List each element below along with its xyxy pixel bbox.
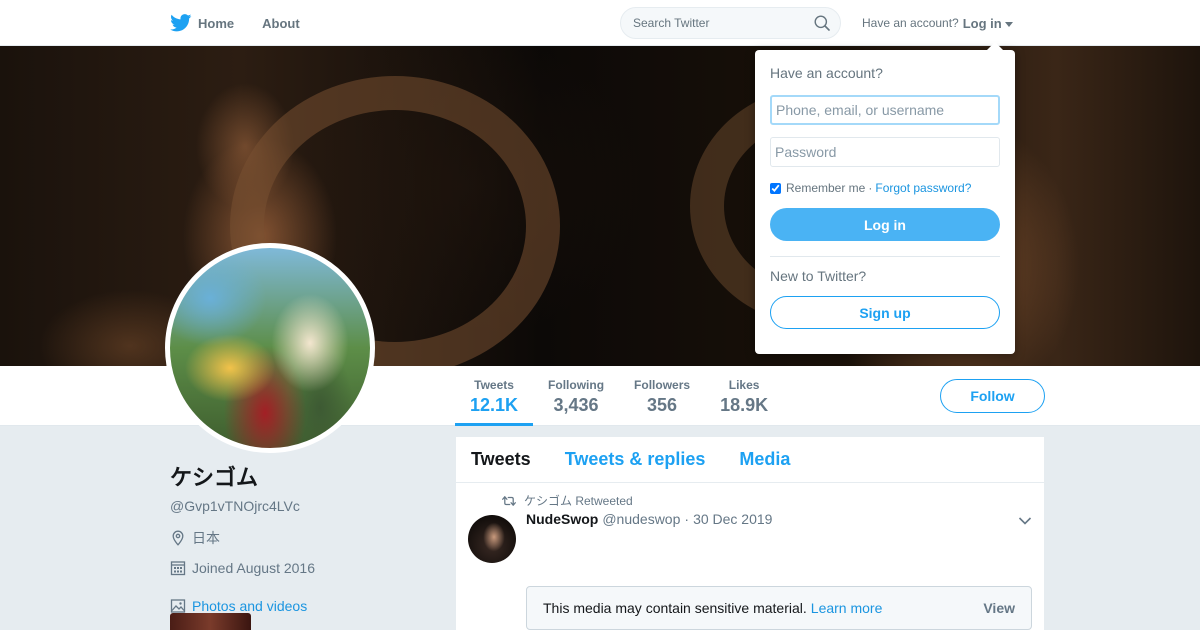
login-toggle-label: Log in <box>962 15 1002 31</box>
timeline-tabs: Tweets Tweets & replies Media <box>456 437 1044 483</box>
remember-me-checkbox[interactable] <box>770 182 781 194</box>
stat-value: 3,436 <box>553 395 599 415</box>
photos-videos-label: Photos and videos <box>192 598 308 614</box>
tweet-date[interactable]: 30 Dec 2019 <box>693 511 772 527</box>
chevron-down-icon[interactable] <box>1018 516 1032 526</box>
stat-label: Followers <box>634 378 691 392</box>
password-input[interactable] <box>770 137 1000 167</box>
stat-value: 356 <box>647 395 678 415</box>
signup-button[interactable]: Sign up <box>770 296 1000 329</box>
stat-value: 12.1K <box>470 395 519 415</box>
dropdown-divider <box>770 256 1000 257</box>
follow-button[interactable]: Follow <box>940 379 1045 413</box>
photo-icon <box>170 599 186 613</box>
tweet-author-avatar[interactable] <box>468 515 516 563</box>
nav-about[interactable]: About <box>262 16 300 31</box>
tab-media[interactable]: Media <box>739 449 790 470</box>
location-text: 日本 <box>192 530 220 546</box>
profile-handle[interactable]: @Gvp1vTNOjrc4LVc <box>170 498 440 514</box>
twitter-bird-icon <box>170 14 192 32</box>
tweet-meta-separator: · <box>684 511 690 527</box>
sensitive-text: This media may contain sensitive materia… <box>543 600 807 616</box>
stat-label: Following <box>548 378 605 392</box>
retweet-icon <box>502 495 516 506</box>
tweet-author-handle[interactable]: @nudeswop <box>602 511 680 527</box>
new-to-twitter-text: New to Twitter? <box>770 268 867 284</box>
profile-location: 日本 <box>170 528 440 548</box>
stat-following[interactable]: Following 3,436 <box>533 366 619 426</box>
top-nav: Home About Have an account? Log in <box>0 0 1200 46</box>
location-pin-icon <box>172 530 184 546</box>
profile-joined: Joined August 2016 <box>170 560 440 576</box>
photos-videos-link[interactable]: Photos and videos <box>170 598 440 614</box>
username-input[interactable] <box>770 95 1000 125</box>
joined-text: Joined August 2016 <box>192 560 315 576</box>
login-dropdown-title: Have an account? <box>770 65 883 81</box>
tab-tweets-replies[interactable]: Tweets & replies <box>565 449 706 470</box>
stat-value: 18.9K <box>720 395 769 415</box>
tweet-author-name[interactable]: NudeSwop <box>526 511 598 527</box>
search-box <box>620 7 841 39</box>
tweet[interactable]: ケシゴム Retweeted NudeSwop @nudeswop · 30 D… <box>456 483 1044 630</box>
login-dropdown: Have an account? Remember me · Forgot pa… <box>755 42 1015 354</box>
learn-more-link[interactable]: Learn more <box>811 600 883 616</box>
remember-separator: · <box>868 181 873 195</box>
media-thumbnail[interactable] <box>170 613 251 630</box>
stat-label: Likes <box>728 378 760 392</box>
search-input[interactable] <box>633 16 814 30</box>
profile-card: ケシゴム @Gvp1vTNOjrc4LVc 日本 Joined August 2… <box>170 460 440 630</box>
stat-label: Tweets <box>474 378 514 392</box>
profile-name[interactable]: ケシゴム <box>170 460 440 492</box>
login-button[interactable]: Log in <box>770 208 1000 241</box>
view-media-button[interactable]: View <box>983 600 1015 616</box>
nav-home-label: Home <box>198 15 235 31</box>
nav-left: Home About <box>170 0 328 46</box>
caret-down-icon <box>1004 21 1013 27</box>
stat-tweets[interactable]: Tweets 12.1K <box>455 366 534 426</box>
profile-stats: Tweets 12.1K Following 3,436 Followers 3… <box>455 366 783 426</box>
tab-tweets[interactable]: Tweets <box>471 449 531 470</box>
stat-likes[interactable]: Likes 18.9K <box>705 366 783 426</box>
login-dropdown-toggle[interactable]: Log in <box>963 16 1013 31</box>
have-account-text: Have an account? <box>862 16 959 30</box>
timeline: Tweets Tweets & replies Media ケシゴム Retwe… <box>456 437 1044 630</box>
nav-home[interactable]: Home <box>170 14 234 32</box>
retweet-context: ケシゴム Retweeted <box>502 492 633 509</box>
tweet-header: NudeSwop @nudeswop · 30 Dec 2019 <box>526 511 772 527</box>
account-area: Have an account? Log in <box>862 0 1013 46</box>
remember-row: Remember me · Forgot password? <box>770 181 1000 195</box>
retweet-context-text: ケシゴム Retweeted <box>524 494 633 508</box>
profile-avatar[interactable] <box>165 243 375 453</box>
sensitive-media-warning: This media may contain sensitive materia… <box>526 586 1032 630</box>
stat-followers[interactable]: Followers 356 <box>619 366 705 426</box>
remember-me-label[interactable]: Remember me <box>786 181 865 195</box>
search-icon[interactable] <box>814 15 830 31</box>
nav-about-label: About <box>262 15 300 31</box>
calendar-icon <box>170 561 186 576</box>
forgot-password-link[interactable]: Forgot password? <box>875 181 971 195</box>
